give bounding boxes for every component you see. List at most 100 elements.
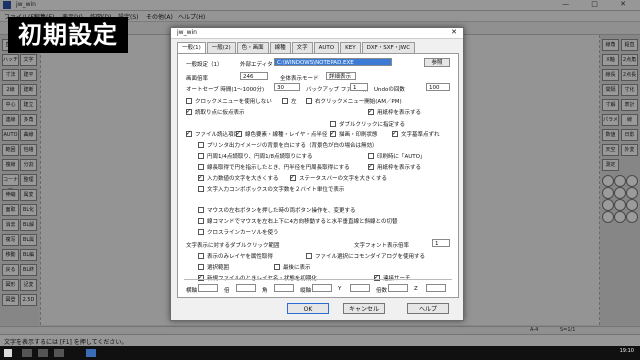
checkbox[interactable] [306, 253, 312, 259]
undo-field[interactable]: 100 [426, 83, 450, 91]
autosave-label: オートセーブ 時間(1〜1000分) [186, 87, 265, 93]
bottom-field[interactable] [312, 284, 332, 292]
settings-dialog: jw_win ✕ 一般(1) 一般(2) 色・画面 線種 文字 AUTO KEY… [170, 27, 464, 321]
checkbox-label: 円周1/4点読取り、円周1/8点読取りにする [207, 154, 313, 160]
clock: 19:10 [619, 348, 634, 354]
tab-color[interactable]: 色・画面 [236, 42, 269, 53]
tab-auto[interactable]: AUTO [313, 42, 340, 53]
font-scale-label: 文字フォント表示倍率 [354, 243, 410, 249]
checkbox[interactable] [330, 121, 336, 127]
taskbar-app-icon[interactable] [22, 349, 32, 357]
checkbox[interactable] [198, 164, 204, 170]
checkbox[interactable] [198, 264, 204, 270]
tab-dxf[interactable]: DXF・SXF・JWC [361, 42, 416, 53]
checkbox-label: 文字基準点ずれ [401, 132, 440, 138]
checkbox-label: マウスの左右ボタンを押した時の両ボタン操作を、変更する [207, 208, 356, 214]
checkbox[interactable] [290, 175, 296, 181]
checkbox[interactable] [236, 131, 242, 137]
browse-button[interactable]: 参照 [424, 58, 450, 67]
ok-button[interactable]: OK [287, 303, 329, 314]
font-scale-field[interactable]: 1 [432, 239, 450, 247]
checkbox-label: 新規ファイルのときレイヤ名・状態を初期化 [207, 274, 317, 282]
bottom-label: 倍数 [376, 288, 388, 294]
bottom-field[interactable] [274, 284, 294, 292]
separator [184, 279, 452, 280]
checkbox-label: 線コマンドでマウスを左右上下に4方向移動すると水平垂直線と斜線との切替 [207, 219, 398, 225]
dialog-titlebar: jw_win ✕ [171, 28, 463, 39]
dialog-title: jw_win [177, 29, 197, 36]
display-limit-label: 文字表示に対するダブルクリック範囲 [186, 243, 280, 249]
checkbox[interactable] [368, 109, 374, 115]
bottom-field[interactable] [350, 284, 370, 292]
checkbox[interactable] [374, 275, 380, 281]
tab-general-2[interactable]: 一般(2) [206, 42, 236, 53]
cancel-button[interactable]: キャンセル [343, 303, 385, 314]
checkbox[interactable] [186, 109, 192, 115]
tab-linetype[interactable]: 線種 [269, 42, 291, 53]
checkbox[interactable] [198, 153, 204, 159]
checkbox-label: 左 [291, 99, 297, 105]
checkbox[interactable] [392, 131, 398, 137]
checkbox-label: 最後に表示 [283, 265, 311, 271]
bottom-label: 倍 [224, 288, 230, 294]
checkbox[interactable] [282, 98, 288, 104]
taskbar-jw-icon[interactable] [86, 349, 96, 357]
checkbox[interactable] [198, 275, 204, 281]
checkbox[interactable] [198, 186, 204, 192]
checkbox-label: ダブルクリックに指定する [339, 122, 406, 128]
bottom-field[interactable] [236, 284, 256, 292]
autosave-field[interactable]: 30 [274, 83, 300, 91]
buffer-field[interactable]: 246 [240, 72, 268, 80]
bottom-label: 角 [262, 288, 268, 294]
checkbox[interactable] [368, 153, 374, 159]
bottom-label: 横軸 [186, 288, 198, 294]
checkbox[interactable] [198, 207, 204, 213]
checkbox[interactable] [198, 218, 204, 224]
checkbox[interactable] [198, 253, 204, 259]
checkbox[interactable] [368, 164, 374, 170]
section-label: 一般設定（1） [186, 62, 223, 68]
buffer-label: 画面倍率 [186, 76, 209, 82]
checkbox-label: 文字入力コンボボックスの文字数を２バイト単位で表示 [207, 187, 345, 193]
checkbox[interactable] [198, 175, 204, 181]
checkbox-label: 線長取得で円を指示したとき、円半径を円周長取得にする [207, 165, 350, 171]
tab-key[interactable]: KEY [340, 42, 361, 53]
draw-mode-select[interactable]: 詳細表示 [326, 72, 356, 80]
tab-strip: 一般(1) 一般(2) 色・画面 線種 文字 AUTO KEY DXF・SXF・… [177, 42, 416, 54]
checkbox-label: 読取り点に仮点表示 [195, 110, 245, 116]
checkbox-label: クロスラインカーソルを使う [207, 230, 279, 236]
checkbox[interactable] [186, 98, 192, 104]
checkbox[interactable] [274, 264, 280, 270]
taskbar-app-icon[interactable] [38, 349, 48, 357]
bottom-label: Y [338, 286, 342, 292]
checkbox-label: 用紙枠を表示する [377, 165, 422, 171]
checkbox-label: 連接サーチ [383, 274, 411, 282]
bottom-field[interactable] [426, 284, 446, 292]
help-button[interactable]: ヘルプ [407, 303, 449, 314]
editor-path-field[interactable]: C:\WINDOWS\NOTEPAD.EXE [274, 58, 392, 66]
checkbox[interactable] [198, 142, 204, 148]
checkbox-label: 用紙枠を表示する [377, 110, 422, 116]
checkbox-label: 線色要素・線種・レイヤ・点半径 [245, 132, 328, 138]
tab-text[interactable]: 文字 [291, 42, 313, 53]
checkbox-label: ファイル読込項目 [195, 132, 240, 138]
windows-start-icon[interactable] [4, 349, 12, 357]
checkbox-label: 印刷時に「AUTO」 [377, 154, 426, 160]
checkbox[interactable] [198, 229, 204, 235]
bottom-field[interactable] [388, 284, 408, 292]
taskbar: 19:10 [0, 346, 640, 360]
backup-field[interactable]: 1 [350, 83, 368, 91]
editor-label: 外部エディタ [240, 62, 273, 68]
checkbox[interactable] [306, 98, 312, 104]
checkbox-label: 入力数値の文字を大きくする [207, 176, 279, 182]
bottom-field[interactable] [198, 284, 218, 292]
checkbox-label: 選択範囲 [207, 265, 230, 271]
checkbox[interactable] [186, 131, 192, 137]
bottom-label: 縦軸 [300, 288, 312, 294]
close-icon[interactable]: ✕ [451, 28, 457, 36]
taskbar-app-icon[interactable] [54, 349, 64, 357]
checkbox-label: 描画・印刷状態 [339, 132, 378, 138]
undo-label: Undoの回数 [374, 87, 405, 93]
draw-mode-label: 全体表示モード [280, 76, 319, 82]
checkbox[interactable] [330, 131, 336, 137]
